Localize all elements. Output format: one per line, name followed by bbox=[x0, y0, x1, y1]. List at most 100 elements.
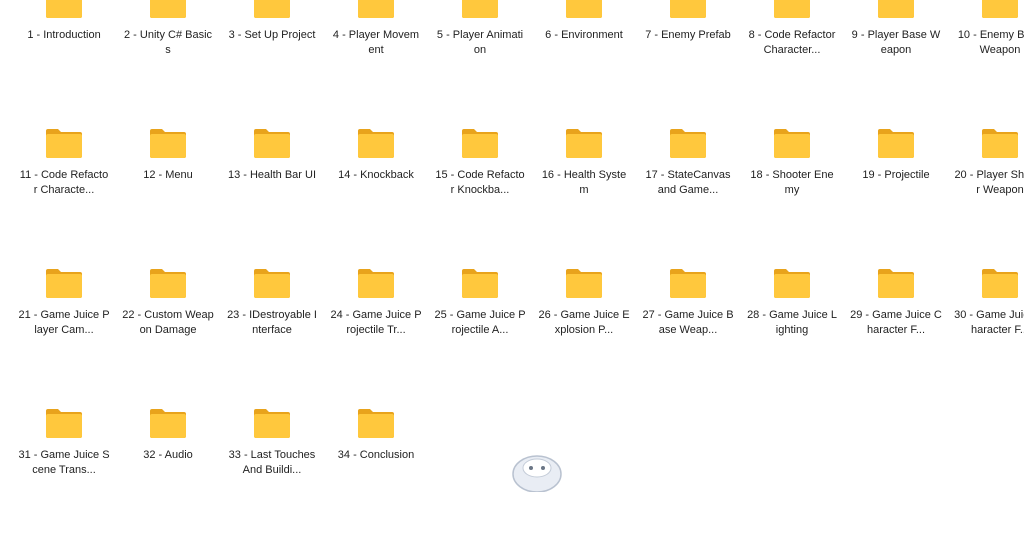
folder-item-10[interactable]: 10 - Enemy Base Weapon bbox=[948, 0, 1024, 120]
folder-icon bbox=[774, 129, 810, 158]
folder-label: 11 - Code Refactor Characte... bbox=[19, 169, 109, 196]
folder-icon bbox=[358, 0, 394, 18]
folder-label: 21 - Game Juice Player Cam... bbox=[18, 309, 110, 336]
folder-item-20[interactable]: 20 - Player Shooter Weapon bbox=[948, 120, 1024, 260]
folder-label: 12 - Menu bbox=[143, 169, 193, 181]
folder-item-27[interactable]: 27 - Game Juice Base Weap... bbox=[636, 260, 740, 400]
folder-icon bbox=[462, 269, 498, 298]
folder-label: 16 - Health System bbox=[541, 169, 627, 196]
folder-label: 34 - Conclusion bbox=[337, 449, 415, 461]
folder-icon bbox=[150, 409, 186, 438]
folder-label: 28 - Game Juice Lighting bbox=[747, 309, 837, 336]
folder-icon bbox=[46, 269, 82, 298]
folder-icon bbox=[254, 129, 290, 158]
folder-icon bbox=[46, 0, 82, 18]
folder-icon bbox=[670, 0, 706, 18]
folder-label: 13 - Health Bar UI bbox=[227, 169, 317, 181]
folder-item-3[interactable]: 3 - Set Up Project bbox=[220, 0, 324, 120]
folder-label: 30 - Game Juice Character F... bbox=[954, 309, 1024, 336]
folder-item-5[interactable]: 5 - Player Animation bbox=[428, 0, 532, 120]
folder-item-26[interactable]: 26 - Game Juice Explosion P... bbox=[532, 260, 636, 400]
folder-item-12[interactable]: 12 - Menu bbox=[116, 120, 220, 260]
folder-label: 2 - Unity C# Basics bbox=[123, 29, 213, 56]
folder-item-17[interactable]: 17 - StateCanvas and Game... bbox=[636, 120, 740, 260]
folder-item-22[interactable]: 22 - Custom Weapon Damage bbox=[116, 260, 220, 400]
folder-icon bbox=[982, 0, 1018, 18]
folder-label: 32 - Audio bbox=[143, 449, 193, 461]
folder-label: 33 - Last Touches And Buildi... bbox=[228, 449, 316, 476]
folder-icon bbox=[878, 269, 914, 298]
folder-label: 27 - Game Juice Base Weap... bbox=[642, 309, 734, 336]
folder-item-19[interactable]: 19 - Projectile bbox=[844, 120, 948, 260]
folder-icon bbox=[254, 0, 290, 18]
folder-item-6[interactable]: 6 - Environment bbox=[532, 0, 636, 120]
folder-label: 24 - Game Juice Projectile Tr... bbox=[330, 309, 422, 336]
folder-label: 10 - Enemy Base Weapon bbox=[957, 29, 1024, 56]
folder-item-9[interactable]: 9 - Player Base Weapon bbox=[844, 0, 948, 120]
folder-item-16[interactable]: 16 - Health System bbox=[532, 120, 636, 260]
folder-item-11[interactable]: 11 - Code Refactor Characte... bbox=[12, 120, 116, 260]
folder-label: 7 - Enemy Prefab bbox=[645, 29, 731, 41]
folder-item-21[interactable]: 21 - Game Juice Player Cam... bbox=[12, 260, 116, 400]
folder-item-13[interactable]: 13 - Health Bar UI bbox=[220, 120, 324, 260]
mascot-icon bbox=[512, 455, 562, 492]
folder-icon bbox=[46, 129, 82, 158]
folder-label: 15 - Code Refactor Knockba... bbox=[435, 169, 525, 196]
folder-item-8[interactable]: 8 - Code Refactor Character... bbox=[740, 0, 844, 120]
folder-label: 5 - Player Animation bbox=[436, 29, 524, 56]
folder-icon bbox=[150, 0, 186, 18]
folder-item-2[interactable]: 2 - Unity C# Basics bbox=[116, 0, 220, 120]
folder-label: 14 - Knockback bbox=[338, 169, 414, 181]
folder-icon bbox=[462, 129, 498, 158]
folder-icon bbox=[462, 0, 498, 18]
folder-label: 6 - Environment bbox=[545, 29, 623, 41]
folder-icon bbox=[150, 129, 186, 158]
folder-label: 3 - Set Up Project bbox=[228, 29, 316, 41]
folder-item-33[interactable]: 33 - Last Touches And Buildi... bbox=[220, 400, 324, 540]
folder-label: 31 - Game Juice Scene Trans... bbox=[18, 449, 110, 476]
folder-icon bbox=[878, 0, 914, 18]
folder-item-14[interactable]: 14 - Knockback bbox=[324, 120, 428, 260]
folder-item-23[interactable]: 23 - IDestroyable Interface bbox=[220, 260, 324, 400]
folder-label: 8 - Code Refactor Character... bbox=[748, 29, 836, 56]
folder-label: 19 - Projectile bbox=[862, 169, 930, 181]
folder-label: 23 - IDestroyable Interface bbox=[227, 309, 317, 336]
folder-icon bbox=[566, 129, 602, 158]
folder-item-7[interactable]: 7 - Enemy Prefab bbox=[636, 0, 740, 120]
folder-icon bbox=[670, 129, 706, 158]
folder-item-1[interactable]: 1 - Introduction bbox=[12, 0, 116, 120]
folder-icon bbox=[358, 129, 394, 158]
folder-icon bbox=[878, 129, 914, 158]
folder-item-28[interactable]: 28 - Game Juice Lighting bbox=[740, 260, 844, 400]
folder-icon bbox=[982, 269, 1018, 298]
folder-item-32[interactable]: 32 - Audio bbox=[116, 400, 220, 540]
folder-item-18[interactable]: 18 - Shooter Enemy bbox=[740, 120, 844, 260]
folder-icon bbox=[566, 269, 602, 298]
folder-icon bbox=[358, 409, 394, 438]
folder-icon bbox=[150, 269, 186, 298]
folder-label: 4 - Player Movement bbox=[332, 29, 420, 56]
folder-item-30[interactable]: 30 - Game Juice Character F... bbox=[948, 260, 1024, 400]
folder-icon bbox=[358, 269, 394, 298]
folder-item-31[interactable]: 31 - Game Juice Scene Trans... bbox=[12, 400, 116, 540]
folder-label: 9 - Player Base Weapon bbox=[851, 29, 941, 56]
folder-icon bbox=[774, 269, 810, 298]
folder-label: 17 - StateCanvas and Game... bbox=[645, 169, 731, 196]
folder-label: 20 - Player Shooter Weapon bbox=[954, 169, 1024, 196]
folder-item-34[interactable]: 34 - Conclusion bbox=[324, 400, 428, 540]
folder-item-15[interactable]: 15 - Code Refactor Knockba... bbox=[428, 120, 532, 260]
folder-label: 25 - Game Juice Projectile A... bbox=[434, 309, 526, 336]
folder-icon bbox=[774, 0, 810, 18]
folder-icon bbox=[566, 0, 602, 18]
folder-item-24[interactable]: 24 - Game Juice Projectile Tr... bbox=[324, 260, 428, 400]
folder-icon bbox=[982, 129, 1018, 158]
folder-icon bbox=[46, 409, 82, 438]
folder-item-4[interactable]: 4 - Player Movement bbox=[324, 0, 428, 120]
folder-label: 1 - Introduction bbox=[27, 29, 101, 41]
folder-item-25[interactable]: 25 - Game Juice Projectile A... bbox=[428, 260, 532, 400]
folder-label: 29 - Game Juice Character F... bbox=[850, 309, 942, 336]
folder-icon bbox=[254, 409, 290, 438]
folder-icon bbox=[670, 269, 706, 298]
folder-item-29[interactable]: 29 - Game Juice Character F... bbox=[844, 260, 948, 400]
folder-label: 18 - Shooter Enemy bbox=[750, 169, 834, 196]
